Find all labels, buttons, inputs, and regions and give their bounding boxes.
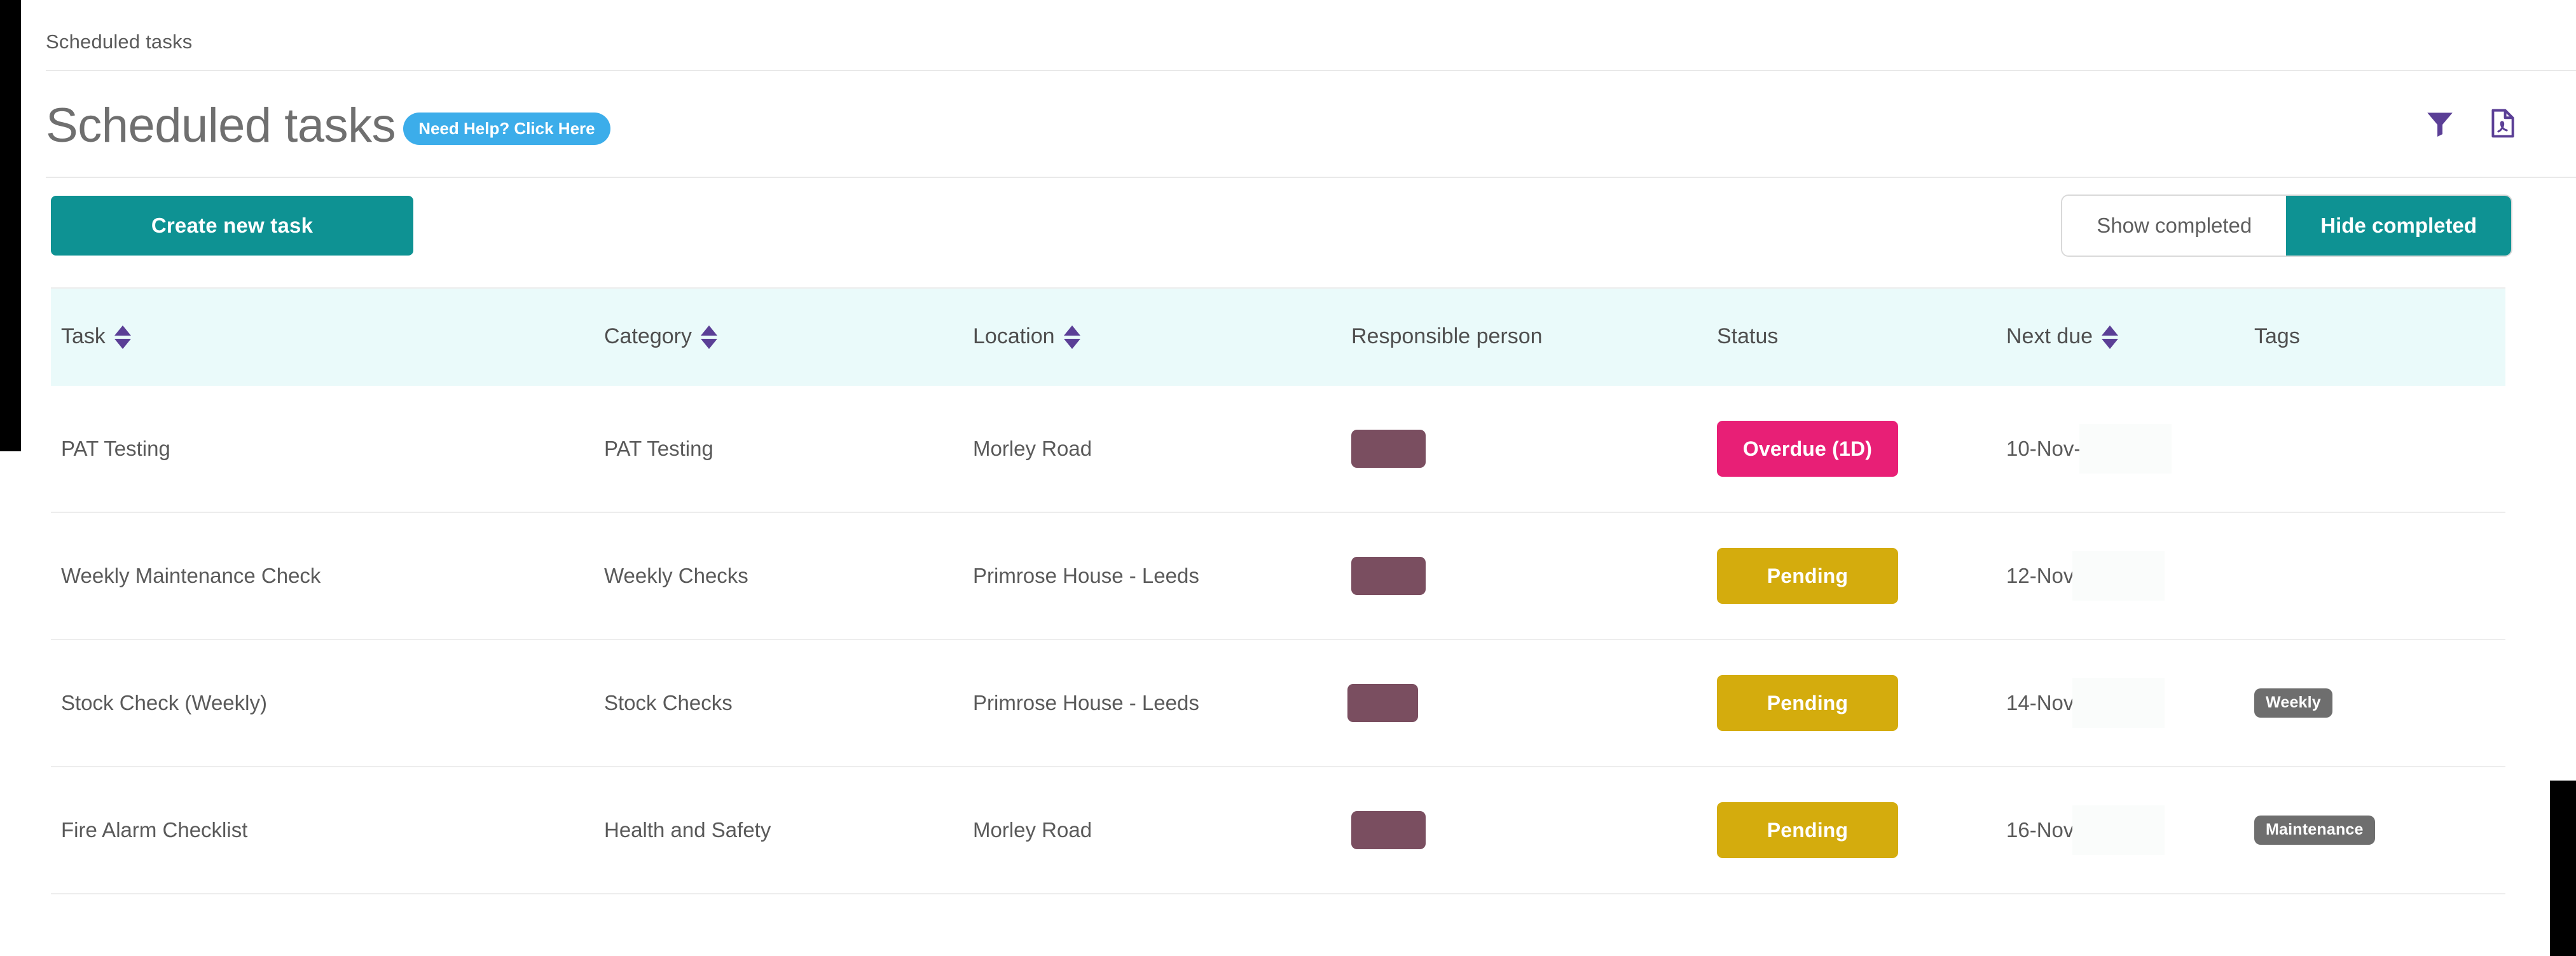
table-row[interactable]: Stock Check (Weekly) Stock Checks Primrose… bbox=[51, 639, 2505, 767]
scheduled-tasks-table: Task Category Location Responsible perso… bbox=[51, 289, 2505, 894]
cell-category: Weekly Checks bbox=[604, 512, 973, 640]
cell-location: Morley Road bbox=[973, 386, 1351, 513]
cell-task[interactable]: PAT Testing bbox=[51, 386, 604, 513]
cell-task[interactable]: Fire Alarm Checklist bbox=[51, 767, 604, 894]
next-due-value: 14-Nov bbox=[2006, 678, 2165, 728]
cell-location: Primrose House - Leeds bbox=[973, 512, 1351, 640]
table-head: Task Category Location Responsible perso… bbox=[51, 289, 2505, 386]
sort-arrows-icon[interactable] bbox=[700, 325, 717, 349]
table-row[interactable]: Fire Alarm Checklist Health and Safety Mor… bbox=[51, 767, 2505, 894]
next-due-value: 10-Nov- bbox=[2006, 424, 2172, 474]
cell-next-due: 14-Nov bbox=[2006, 639, 2254, 767]
status-badge: Pending bbox=[1717, 548, 1898, 604]
status-badge: Pending bbox=[1717, 675, 1898, 731]
page-header: Scheduled tasks Need Help? Click Here bbox=[0, 71, 2576, 177]
next-due-text: 10-Nov- bbox=[2006, 437, 2081, 460]
column-header-responsible-person-label: Responsible person bbox=[1351, 324, 1543, 348]
breadcrumb[interactable]: Scheduled tasks bbox=[46, 31, 192, 53]
next-due-text: 12-Nov bbox=[2006, 564, 2074, 587]
column-header-task-label: Task bbox=[61, 324, 106, 348]
column-header-location-label: Location bbox=[973, 324, 1055, 348]
cell-status: Pending bbox=[1717, 512, 2006, 640]
cell-category: Stock Checks bbox=[604, 639, 973, 767]
next-due-text: 16-Nov bbox=[2006, 818, 2074, 842]
cell-status: Overdue (1D) bbox=[1717, 386, 2006, 513]
completed-filter-toggle-group: Show completed Hide completed bbox=[2062, 196, 2511, 256]
cell-status: Pending bbox=[1717, 639, 2006, 767]
table-body: PAT Testing PAT Testing Morley Road Overdue… bbox=[51, 386, 2505, 894]
need-help-button[interactable]: Need Help? Click Here bbox=[403, 112, 610, 145]
next-due-value: 12-Nov bbox=[2006, 551, 2165, 601]
table-header-row: Task Category Location Responsible perso… bbox=[51, 289, 2505, 386]
column-header-location[interactable]: Location bbox=[973, 289, 1351, 386]
redacted-person-bar bbox=[1347, 684, 1418, 722]
column-header-responsible-person: Responsible person bbox=[1351, 289, 1717, 386]
cell-task[interactable]: Weekly Maintenance Check bbox=[51, 512, 604, 640]
next-due-text: 14-Nov bbox=[2006, 691, 2074, 714]
column-header-next-due-label: Next due bbox=[2006, 324, 2093, 348]
create-new-task-button[interactable]: Create new task bbox=[51, 196, 413, 256]
column-header-category-label: Category bbox=[604, 324, 692, 348]
cell-tags: Maintenance bbox=[2254, 767, 2505, 894]
column-header-status-label: Status bbox=[1717, 324, 1779, 348]
tag-chip[interactable]: Weekly bbox=[2254, 688, 2332, 718]
cell-task[interactable]: Stock Check (Weekly) bbox=[51, 639, 604, 767]
cell-responsible-person bbox=[1347, 639, 1717, 767]
column-header-status: Status bbox=[1717, 289, 2006, 386]
redacted-year-patch bbox=[2072, 551, 2165, 601]
column-header-category[interactable]: Category bbox=[604, 289, 973, 386]
redacted-year-patch bbox=[2072, 678, 2165, 728]
tag-chip[interactable]: Maintenance bbox=[2254, 816, 2375, 845]
cell-responsible-person bbox=[1351, 512, 1717, 640]
screenshot-occlusion-right bbox=[2550, 781, 2576, 956]
column-header-tags-label: Tags bbox=[2254, 324, 2300, 348]
cell-category: Health and Safety bbox=[604, 767, 973, 894]
cell-next-due: 16-Nov bbox=[2006, 767, 2254, 894]
hide-completed-button[interactable]: Hide completed bbox=[2286, 196, 2511, 256]
cell-status: Pending bbox=[1717, 767, 2006, 894]
pdf-export-icon[interactable] bbox=[2484, 106, 2520, 141]
cell-location: Primrose House - Leeds bbox=[973, 639, 1351, 767]
column-header-next-due[interactable]: Next due bbox=[2006, 289, 2254, 386]
redacted-year-patch bbox=[2072, 805, 2165, 855]
redacted-year-patch bbox=[2079, 424, 2172, 474]
redacted-person-bar bbox=[1351, 557, 1426, 595]
next-due-value: 16-Nov bbox=[2006, 805, 2165, 855]
column-header-task[interactable]: Task bbox=[51, 289, 604, 386]
sort-arrows-icon[interactable] bbox=[114, 325, 131, 349]
status-badge: Overdue (1D) bbox=[1717, 421, 1898, 477]
breadcrumb-bar: Scheduled tasks bbox=[0, 0, 2576, 70]
status-badge: Pending bbox=[1717, 802, 1898, 858]
show-completed-button[interactable]: Show completed bbox=[2062, 196, 2287, 256]
cell-tags bbox=[2254, 386, 2505, 513]
redacted-person-bar bbox=[1351, 430, 1426, 468]
cell-tags bbox=[2254, 512, 2505, 640]
page-title: Scheduled tasks bbox=[46, 99, 396, 153]
cell-location: Morley Road bbox=[973, 767, 1351, 894]
cell-next-due: 12-Nov bbox=[2006, 512, 2254, 640]
cell-category: PAT Testing bbox=[604, 386, 973, 513]
header-icon-group bbox=[2422, 106, 2520, 141]
filter-funnel-icon[interactable] bbox=[2422, 106, 2458, 141]
page-root: Scheduled tasks Scheduled tasks Need Hel… bbox=[0, 0, 2576, 956]
sort-arrows-icon[interactable] bbox=[2102, 325, 2119, 349]
table-row[interactable]: Weekly Maintenance Check Weekly Checks Pri… bbox=[51, 512, 2505, 640]
cell-responsible-person bbox=[1351, 386, 1717, 513]
cell-next-due: 10-Nov- bbox=[2006, 386, 2254, 513]
column-header-tags: Tags bbox=[2254, 289, 2505, 386]
redacted-person-bar bbox=[1351, 811, 1426, 849]
cell-tags: Weekly bbox=[2254, 639, 2505, 767]
scheduled-tasks-table-wrapper: Task Category Location Responsible perso… bbox=[51, 287, 2505, 894]
screenshot-occlusion-left bbox=[0, 0, 21, 451]
action-bar: Create new task Show completed Hide comp… bbox=[0, 178, 2576, 273]
cell-responsible-person bbox=[1351, 767, 1717, 894]
sort-arrows-icon[interactable] bbox=[1063, 325, 1080, 349]
table-row[interactable]: PAT Testing PAT Testing Morley Road Overdue… bbox=[51, 386, 2505, 513]
